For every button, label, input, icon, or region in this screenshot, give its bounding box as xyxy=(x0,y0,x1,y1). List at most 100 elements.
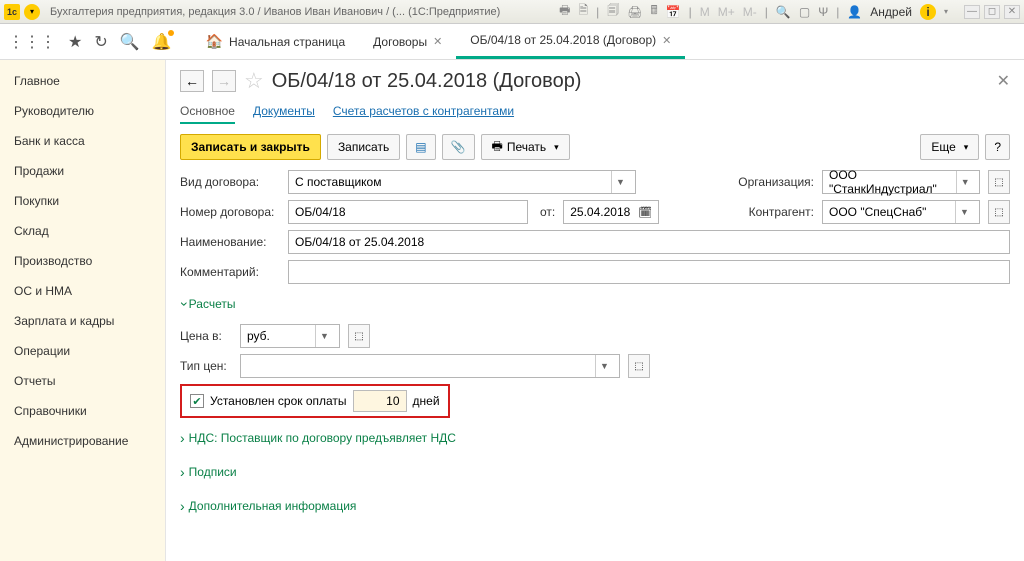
nav-back-button[interactable]: ← xyxy=(180,70,204,92)
action-toolbar: Записать и закрыть Записать ▤ 📎 🖶Печать▾… xyxy=(180,134,1010,160)
history-icon[interactable]: ↻ xyxy=(94,32,107,52)
titlebar-tools: 🖶 🗎 | 🗐 🖨 🖩 📅 | M M+ M- | 🔍 ▢ Ψ | 👤 Андр… xyxy=(559,1,1020,22)
favorite-toggle-icon[interactable]: ☆ xyxy=(244,68,264,94)
help-button[interactable]: ? xyxy=(985,134,1010,160)
close-button[interactable]: ✕ xyxy=(1004,5,1020,19)
tab-label: ОБ/04/18 от 25.04.2018 (Договор) xyxy=(470,33,656,47)
number-label: Номер договора: xyxy=(180,205,280,219)
print-button[interactable]: 🖶Печать▾ xyxy=(481,134,570,160)
print-icon[interactable]: 🖶 xyxy=(559,1,570,22)
sidebar-item-admin[interactable]: Администрирование xyxy=(0,426,165,456)
attach-button[interactable]: 📎 xyxy=(442,134,475,160)
comment-label: Комментарий: xyxy=(180,265,280,279)
search-icon[interactable]: 🔍 xyxy=(120,32,140,52)
app-logo-icon: 1c xyxy=(4,4,20,20)
panel-icon[interactable]: ▢ xyxy=(799,5,810,19)
calendar-icon[interactable]: 📅 xyxy=(666,5,681,19)
payment-days-input[interactable] xyxy=(353,390,407,412)
m-minus-button[interactable]: M- xyxy=(743,5,757,19)
body-area: Главное Руководителю Банк и касса Продаж… xyxy=(0,60,1024,561)
calculator-icon[interactable]: 🖩 xyxy=(650,1,657,22)
comment-input[interactable] xyxy=(288,260,1010,284)
app-menu-dropdown[interactable]: ▾ xyxy=(24,4,40,20)
subtab-accounts[interactable]: Счета расчетов с контрагентами xyxy=(333,104,514,124)
maximize-button[interactable]: ◻ xyxy=(984,5,1000,19)
content-header: ← → ☆ ОБ/04/18 от 25.04.2018 (Договор) ✕ xyxy=(180,68,1010,94)
open-price-type-button[interactable]: ⬚ xyxy=(628,354,650,378)
section-extra[interactable]: Дополнительная информация xyxy=(180,498,1010,514)
open-org-button[interactable]: ⬚ xyxy=(988,170,1010,194)
open-counterparty-button[interactable]: ⬚ xyxy=(988,200,1010,224)
divider: | xyxy=(836,5,839,19)
info-icon[interactable]: i xyxy=(920,4,936,20)
info-dropdown[interactable]: ▾ xyxy=(944,7,948,16)
open-currency-button[interactable]: ⬚ xyxy=(348,324,370,348)
more-button[interactable]: Еще▾ xyxy=(920,134,979,160)
sidebar-item-reports[interactable]: Отчеты xyxy=(0,366,165,396)
m-button[interactable]: M xyxy=(700,5,710,19)
nav-forward-button[interactable]: → xyxy=(212,70,236,92)
panel-close-button[interactable]: ✕ xyxy=(997,71,1010,91)
apps-grid-icon[interactable]: ⋮⋮⋮ xyxy=(8,32,56,52)
name-input[interactable] xyxy=(288,230,1010,254)
tab-contracts[interactable]: Договоры ✕ xyxy=(359,24,456,59)
save-button[interactable]: Записать xyxy=(327,134,400,160)
content-panel: ← → ☆ ОБ/04/18 от 25.04.2018 (Договор) ✕… xyxy=(166,60,1024,561)
date-input[interactable]: 25.04.2018 🗓 xyxy=(563,200,659,224)
window-buttons: — ◻ ✕ xyxy=(964,5,1020,19)
user-name[interactable]: Андрей xyxy=(870,5,912,19)
sidebar-item-production[interactable]: Производство xyxy=(0,246,165,276)
close-icon[interactable]: ✕ xyxy=(433,35,442,48)
window-title: Бухгалтерия предприятия, редакция 3.0 / … xyxy=(50,6,500,18)
tab-home[interactable]: 🏠 Начальная страница xyxy=(192,24,360,59)
save-close-button[interactable]: Записать и закрыть xyxy=(180,134,321,160)
sidebar-item-main[interactable]: Главное xyxy=(0,66,165,96)
counterparty-label: Контрагент: xyxy=(749,205,814,219)
sidebar-item-warehouse[interactable]: Склад xyxy=(0,216,165,246)
favorite-star-icon[interactable]: ★ xyxy=(68,32,82,52)
org-label: Организация: xyxy=(738,175,814,189)
section-signatures[interactable]: Подписи xyxy=(180,464,1010,480)
close-icon[interactable]: ✕ xyxy=(662,34,671,47)
search-icon[interactable]: 🔍 xyxy=(776,5,791,19)
section-calculations[interactable]: Расчеты xyxy=(180,296,1010,312)
compare-icon[interactable]: 🗐 xyxy=(607,1,619,22)
date-label: от: xyxy=(540,205,555,219)
printer-icon: 🖶 xyxy=(492,137,503,158)
payment-term-label: Установлен срок оплаты xyxy=(210,394,347,408)
list-button[interactable]: ▤ xyxy=(406,134,435,160)
counterparty-select[interactable]: ООО "СпецСнаб" ▼ xyxy=(822,200,980,224)
subtab-documents[interactable]: Документы xyxy=(253,104,315,124)
sidebar: Главное Руководителю Банк и касса Продаж… xyxy=(0,60,166,561)
m-plus-button[interactable]: M+ xyxy=(718,5,735,19)
chevron-down-icon: ▼ xyxy=(611,171,629,193)
tab-contract-detail[interactable]: ОБ/04/18 от 25.04.2018 (Договор) ✕ xyxy=(456,24,685,59)
type-label: Вид договора: xyxy=(180,175,280,189)
sidebar-item-assets[interactable]: ОС и НМА xyxy=(0,276,165,306)
sidebar-item-sales[interactable]: Продажи xyxy=(0,156,165,186)
org-select[interactable]: ООО "СтанкИндустриал" ▼ xyxy=(822,170,980,194)
divider: | xyxy=(596,5,599,19)
name-label: Наименование: xyxy=(180,235,280,249)
sidebar-item-salary[interactable]: Зарплата и кадры xyxy=(0,306,165,336)
sidebar-item-purchases[interactable]: Покупки xyxy=(0,186,165,216)
subtab-main[interactable]: Основное xyxy=(180,104,235,124)
minimize-button[interactable]: — xyxy=(964,5,980,19)
section-vat[interactable]: НДС: Поставщик по договору предъявляет Н… xyxy=(180,430,1010,446)
divider: | xyxy=(689,5,692,19)
currency-select[interactable]: руб. ▼ xyxy=(240,324,340,348)
number-input[interactable] xyxy=(288,200,528,224)
bell-icon[interactable]: 🔔 xyxy=(152,32,172,52)
sidebar-item-operations[interactable]: Операции xyxy=(0,336,165,366)
sidebar-item-bank[interactable]: Банк и касса xyxy=(0,126,165,156)
divider: | xyxy=(765,5,768,19)
fork-icon[interactable]: Ψ xyxy=(818,5,828,19)
chevron-down-icon: ▼ xyxy=(955,201,973,223)
type-select[interactable]: С поставщиком ▼ xyxy=(288,170,636,194)
sidebar-item-manager[interactable]: Руководителю xyxy=(0,96,165,126)
price-type-select[interactable]: ▼ xyxy=(240,354,620,378)
payment-term-checkbox[interactable]: ✔ xyxy=(190,394,204,408)
sidebar-item-directories[interactable]: Справочники xyxy=(0,396,165,426)
printer-icon[interactable]: 🖨 xyxy=(627,5,642,19)
save-disk-icon[interactable]: 🗎 xyxy=(578,1,588,22)
